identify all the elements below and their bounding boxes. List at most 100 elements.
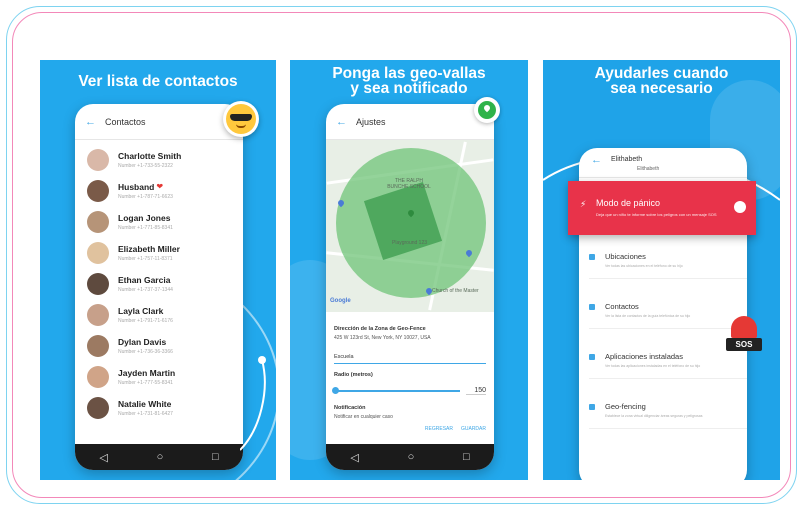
app-bar: ← Elithabeth Elithabeth (579, 148, 747, 178)
android-nav-bar: ◁ ○ □ (326, 444, 494, 470)
panic-toggle[interactable] (734, 201, 746, 213)
back-arrow-icon[interactable]: ← (591, 154, 611, 166)
option-title: Ubicaciones (605, 252, 646, 261)
avatar (87, 303, 109, 326)
android-nav-bar: ◁ ○ □ (75, 444, 243, 470)
screen-title: Contactos (105, 116, 146, 127)
panic-title: Modo de pánico (596, 198, 661, 208)
grid-icon (589, 354, 595, 360)
back-arrow-icon[interactable]: ← (85, 116, 105, 128)
contact-row[interactable]: Charlotte Smith Number +1-733-55-2322 (75, 144, 243, 175)
contacts-panel: Ver lista de contactos ← Contactos Charl… (40, 60, 276, 480)
option-description: Ver la lista de contactos de la guía tel… (605, 314, 691, 318)
back-arrow-icon[interactable]: ← (336, 116, 356, 128)
contact-row[interactable]: Logan Jones Number +1-771-85-8341 (75, 206, 243, 237)
save-button[interactable]: GUARDAR (461, 426, 486, 432)
avatar (87, 396, 109, 419)
map-label-church: Church of the Master (432, 288, 479, 294)
phone-contacts: ← Contactos Charlotte Smith Number +1-733… (75, 104, 243, 470)
notification-value[interactable]: Notificar en cualquier caso (334, 414, 486, 420)
form-actions: REGRESAR GUARDAR (334, 426, 486, 432)
option-description: Ver todas las ubicaciones en el teléfono… (605, 264, 683, 268)
screen-title: Elithabeth (611, 156, 643, 163)
radius-value-input[interactable]: 150 (466, 387, 486, 395)
divider (589, 428, 747, 429)
heart-icon: ❤ (156, 182, 164, 191)
option-title: Contactos (605, 302, 639, 311)
radius-label: Radio (metros) (334, 372, 373, 378)
back-button[interactable]: REGRESAR (425, 426, 453, 432)
map-label-school: THE RALPH BUNCHE SCHOOL (387, 178, 431, 190)
target-icon (589, 404, 595, 410)
option-title: Geo-fencing (605, 402, 646, 411)
contact-number: Number +1-777-55-8341 (118, 379, 173, 386)
radius-slider[interactable] (332, 387, 460, 394)
geofence-panel: Ponga las geo-vallas y sea notificado ← … (290, 60, 528, 480)
screen-title: Ajustes (356, 116, 386, 127)
divider (589, 278, 747, 279)
contact-row[interactable]: Natalie White Number +1-731-81-6427 (75, 392, 243, 423)
lightning-icon: ⚡ (580, 199, 587, 209)
contact-name: Logan Jones (118, 212, 171, 223)
notification-label: Notificación (334, 405, 366, 411)
contact-list: Charlotte Smith Number +1-733-55-2322 Husb… (75, 140, 243, 423)
nav-recents-icon[interactable]: □ (212, 451, 219, 463)
contact-number: Number +1-791-71-6176 (118, 317, 173, 324)
avatar (87, 334, 109, 357)
person-icon (589, 304, 595, 310)
address-value: 425 W 123rd St, New York, NY 10027, USA (334, 335, 431, 341)
nav-home-icon[interactable]: ○ (408, 451, 415, 463)
app-bar: ← Contactos (75, 104, 243, 140)
pin-icon (589, 254, 595, 260)
address-label: Dirección de la Zona de Geo-Fence (334, 326, 426, 332)
nav-home-icon[interactable]: ○ (157, 451, 164, 463)
geofence-badge-icon (474, 97, 500, 123)
panel-title: Ponga las geo-vallas y sea notificado (332, 65, 486, 97)
contact-row[interactable]: Dylan Davis Number +1-736-36-3366 (75, 330, 243, 361)
panic-panel: Ayudarles cuando sea necesario ← Elithab… (543, 60, 780, 480)
avatar (87, 272, 109, 295)
contact-row[interactable]: Ethan Garcia Number +1-737-37-1344 (75, 268, 243, 299)
slider-thumb[interactable] (332, 387, 339, 394)
contact-name: Dylan Davis (118, 336, 167, 347)
avatar (87, 179, 109, 202)
contact-name: Natalie White (118, 398, 172, 409)
contact-number: Number +1-787-71-6623 (118, 193, 173, 200)
app-bar: ← Ajustes (326, 104, 494, 140)
contact-number: Number +1-731-81-6427 (118, 410, 173, 417)
panel-title: Ayudarles cuando sea necesario (594, 65, 729, 97)
contact-name: Jayden Martin (118, 367, 176, 378)
avatar (87, 148, 109, 171)
panel-title: Ver lista de contactos (78, 73, 238, 90)
contact-number: Number +1-736-36-3366 (118, 348, 173, 355)
panic-description: Deja que un niño te informe sobre los pe… (596, 212, 717, 217)
google-logo: Google (330, 298, 351, 304)
contact-row[interactable]: Layla Clark Number +1-791-71-6176 (75, 299, 243, 330)
divider (589, 378, 747, 379)
contact-number: Number +1-737-37-1344 (118, 286, 173, 293)
contact-name: Husband (118, 181, 155, 192)
nav-back-icon[interactable]: ◁ (99, 451, 107, 464)
option-description: Ver todas las aplicaciones instaladas en… (605, 364, 701, 368)
option-title: Aplicaciones instaladas (605, 352, 683, 361)
nav-recents-icon[interactable]: □ (463, 451, 470, 463)
map-view[interactable]: THE RALPH BUNCHE SCHOOL Playground 123 C… (326, 140, 494, 312)
contact-row[interactable]: Jayden Martin Number +1-777-55-8341 (75, 361, 243, 392)
option-description: Establece la zona virtual diligenciar ár… (605, 414, 703, 418)
geofence-form: Dirección de la Zona de Geo-Fence 425 W … (326, 312, 494, 432)
zone-name-input[interactable]: Escuela (334, 351, 486, 364)
decor-curve (240, 356, 266, 451)
panic-mode-card[interactable]: ⚡ Modo de pánico Deja que un niño te inf… (568, 181, 756, 235)
nav-back-icon[interactable]: ◁ (350, 451, 358, 464)
phone-settings: ← Ajustes THE RALPH BUNCHE SCHOOL Playgr… (326, 104, 494, 470)
contact-number: Number +1-757-11-8371 (118, 255, 173, 262)
sunglasses-emoji-icon (223, 101, 259, 137)
promo-banner: Ver lista de contactos ← Contactos Charl… (0, 0, 803, 510)
contact-name: Ethan Garcia (118, 274, 171, 285)
contact-name: Elizabeth Miller (118, 243, 180, 254)
sos-siren-icon: SOS (724, 312, 764, 354)
contact-number: Number +1-771-85-8341 (118, 224, 173, 231)
contact-row[interactable]: Elizabeth Miller Number +1-757-11-8371 (75, 237, 243, 268)
contact-row[interactable]: Husband ❤ Number +1-787-71-6623 (75, 175, 243, 206)
map-label-playground: Playground 123 (392, 240, 428, 246)
